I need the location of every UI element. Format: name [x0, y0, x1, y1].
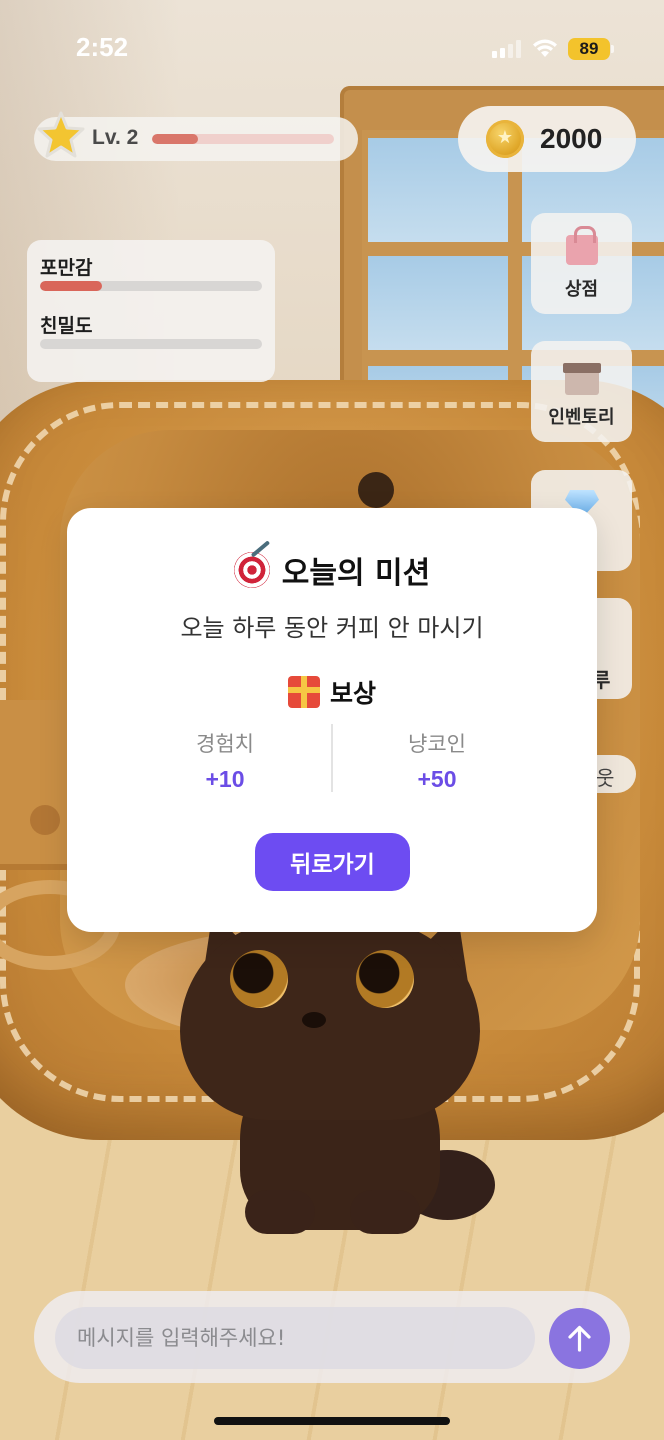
xp-progress-fill	[152, 134, 198, 144]
side-pill-partial-label: 웃	[596, 766, 615, 790]
level-label: Lv. 2	[92, 126, 139, 149]
wifi-icon	[533, 39, 557, 57]
cat-nose	[302, 1012, 326, 1028]
reward-exp-label: 경험치	[196, 732, 254, 756]
star-icon	[37, 111, 85, 158]
modal-title: 오늘의 미션	[281, 556, 431, 591]
cellular-signal-icon	[492, 40, 521, 58]
stat-label-fullness: 포만감	[40, 257, 93, 279]
modal-title-row: 오늘의 미션	[67, 548, 597, 592]
stat-label-intimacy: 친밀도	[40, 315, 93, 337]
inventory-label: 인벤토리	[548, 407, 615, 428]
reward-coin-label: 냥코인	[408, 732, 466, 756]
reward-exp-value: +10	[205, 766, 245, 792]
gift-icon	[287, 676, 320, 708]
shop-button[interactable]: 상점	[531, 213, 632, 314]
shop-label: 상점	[564, 279, 599, 300]
arrow-up-icon	[568, 1325, 591, 1352]
shopping-bag-icon	[566, 226, 598, 265]
coin-value: 2000	[540, 123, 603, 154]
target-icon	[233, 552, 270, 588]
drawer-knob	[30, 805, 60, 835]
reward-coin-value: +50	[417, 766, 457, 792]
battery-indicator: 89	[568, 38, 610, 60]
pet-cat[interactable]	[170, 899, 500, 1240]
message-input[interactable]	[55, 1307, 535, 1369]
reward-exp: 경험치 +10	[125, 728, 325, 793]
box-icon	[563, 363, 601, 395]
cat-paw	[350, 1190, 420, 1234]
cat-paw	[245, 1190, 315, 1234]
window-pane	[368, 256, 508, 350]
cat-eye	[230, 950, 288, 1008]
mission-modal: 오늘의 미션 오늘 하루 동안 커피 안 마시기 보상 경험치 +10 냥코인 …	[67, 508, 597, 932]
battery-nub	[611, 45, 614, 53]
cat-head	[180, 920, 480, 1120]
stat-bar-fullness	[40, 281, 262, 291]
status-time: 2:52	[76, 32, 129, 62]
reward-coin: 냥코인 +50	[337, 728, 537, 793]
mission-description: 오늘 하루 동안 커피 안 마시기	[180, 614, 484, 642]
stat-bar-intimacy	[40, 339, 262, 349]
reward-title: 보상	[329, 679, 376, 708]
reward-divider	[331, 724, 333, 792]
send-button[interactable]	[549, 1308, 610, 1369]
reward-header: 보상	[67, 674, 597, 710]
coin-icon	[486, 120, 524, 158]
wall-hook	[358, 472, 394, 508]
xp-progress-bar	[152, 134, 334, 144]
inventory-button[interactable]: 인벤토리	[531, 341, 632, 442]
home-indicator	[214, 1417, 450, 1425]
back-button[interactable]: 뒤로가기	[255, 833, 410, 891]
cat-eye	[356, 950, 414, 1008]
stat-fill-fullness	[40, 281, 103, 291]
